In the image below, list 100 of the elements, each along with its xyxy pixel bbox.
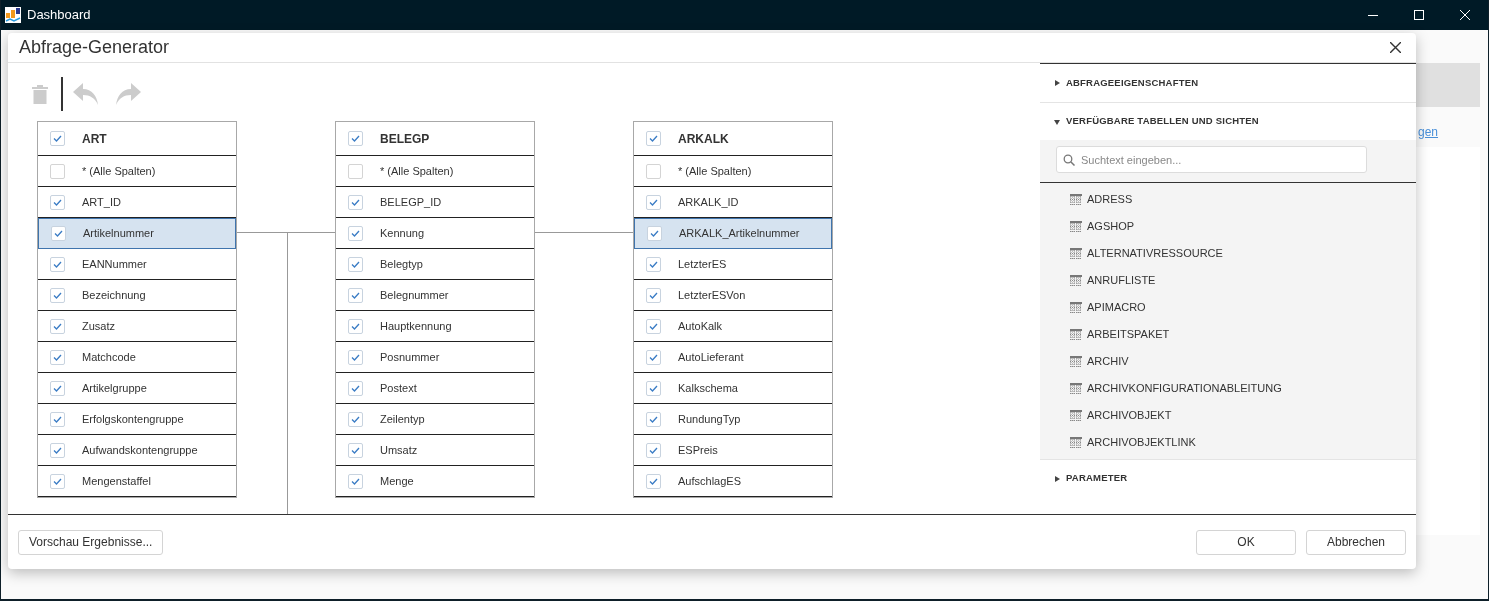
- checkbox[interactable]: [50, 163, 65, 179]
- checkbox[interactable]: [348, 225, 363, 241]
- checkbox[interactable]: [348, 349, 363, 365]
- column-row[interactable]: Erfolgskontengruppe: [38, 404, 236, 435]
- checkbox[interactable]: [646, 380, 661, 396]
- checkbox[interactable]: [50, 473, 65, 489]
- column-row[interactable]: Matchcode: [38, 342, 236, 373]
- column-row[interactable]: Kennung: [336, 218, 534, 249]
- checkbox[interactable]: [50, 131, 65, 146]
- dialog-title: Abfrage-Generator: [19, 36, 170, 59]
- collapsed-triangle-icon[interactable]: [1054, 475, 1060, 482]
- checkbox[interactable]: [646, 442, 661, 458]
- column-name: Belegnummer: [380, 287, 449, 303]
- checkbox[interactable]: [348, 473, 363, 489]
- checkbox[interactable]: [646, 287, 661, 303]
- column-row[interactable]: Umsatz: [336, 435, 534, 466]
- checkbox[interactable]: [646, 473, 661, 489]
- column-row[interactable]: Artikelgruppe: [38, 373, 236, 404]
- checkbox[interactable]: [348, 256, 363, 272]
- column-row[interactable]: Aufwandskontengruppe: [38, 435, 236, 466]
- column-row[interactable]: ESPreis: [634, 435, 832, 466]
- dialog-button[interactable]: OK: [1196, 529, 1296, 555]
- section-header[interactable]: PARAMETER: [1040, 459, 1416, 497]
- column-row[interactable]: Hauptkennung: [336, 311, 534, 342]
- column-row[interactable]: ARKALK_Artikelnummer: [634, 218, 832, 249]
- column-row[interactable]: Kalkschema: [634, 373, 832, 404]
- column-row[interactable]: AutoLieferant: [634, 342, 832, 373]
- checkbox[interactable]: [646, 411, 661, 427]
- column-row[interactable]: * (Alle Spalten): [38, 156, 236, 187]
- checkbox[interactable]: [348, 287, 363, 303]
- checkbox[interactable]: [647, 226, 662, 241]
- column-name: Erfolgskontengruppe: [82, 411, 184, 427]
- section-header[interactable]: ABFRAGEEIGENSCHAFTEN: [1040, 64, 1416, 102]
- checkbox[interactable]: [51, 226, 66, 241]
- column-name: Postext: [380, 380, 417, 396]
- table-list-item[interactable]: APIMACRO: [1040, 294, 1416, 321]
- dialog-button[interactable]: Abbrechen: [1306, 529, 1406, 555]
- table-name: BELEGP: [380, 130, 430, 148]
- column-row[interactable]: Bezeichnung: [38, 280, 236, 311]
- checkbox[interactable]: [50, 349, 65, 365]
- table-list-item[interactable]: ARBEITSPAKET: [1040, 321, 1416, 348]
- checkbox[interactable]: [646, 194, 661, 210]
- table-list-item[interactable]: ANRUFLISTE: [1040, 267, 1416, 294]
- search-icon: [1063, 154, 1075, 166]
- checkbox[interactable]: [646, 256, 661, 272]
- column-name: BELEGP_ID: [380, 194, 442, 210]
- checkbox[interactable]: [50, 411, 65, 427]
- column-row[interactable]: * (Alle Spalten): [634, 156, 832, 187]
- checkbox[interactable]: [646, 163, 661, 179]
- checkbox[interactable]: [348, 411, 363, 427]
- table-list-item[interactable]: ARCHIV: [1040, 348, 1416, 375]
- table-list-item[interactable]: ADRESS: [1040, 186, 1416, 213]
- column-name: ART_ID: [82, 194, 121, 210]
- expanded-triangle-icon[interactable]: [1054, 118, 1060, 125]
- column-name: LetzterES: [678, 256, 727, 272]
- checkbox[interactable]: [50, 318, 65, 334]
- checkbox[interactable]: [348, 131, 363, 146]
- column-name: Aufwandskontengruppe: [82, 442, 198, 458]
- table-list-item[interactable]: ARCHIVKONFIGURATIONABLEITUNG: [1040, 375, 1416, 402]
- column-row[interactable]: Posnummer: [336, 342, 534, 373]
- search-field[interactable]: Suchtext eingeben...: [1056, 146, 1367, 173]
- table-list-item[interactable]: AGSHOP: [1040, 213, 1416, 240]
- checkbox[interactable]: [50, 287, 65, 303]
- checkbox[interactable]: [348, 318, 363, 334]
- column-row[interactable]: BELEGP_ID: [336, 187, 534, 218]
- column-row[interactable]: LetzterES: [634, 249, 832, 280]
- column-row[interactable]: * (Alle Spalten): [336, 156, 534, 187]
- table-list-item[interactable]: ALTERNATIVRESSOURCE: [1040, 240, 1416, 267]
- checkbox[interactable]: [646, 349, 661, 365]
- column-row[interactable]: Mengenstaffel: [38, 466, 236, 497]
- column-row[interactable]: EANNummer: [38, 249, 236, 280]
- table-list-item[interactable]: ARCHIVOBJEKTLINK: [1040, 429, 1416, 456]
- table-grid-icon: [1070, 410, 1082, 421]
- column-row[interactable]: Artikelnummer: [38, 218, 236, 249]
- column-row[interactable]: Belegtyp: [336, 249, 534, 280]
- checkbox[interactable]: [646, 131, 661, 146]
- checkbox[interactable]: [348, 194, 363, 210]
- checkbox[interactable]: [348, 380, 363, 396]
- collapsed-triangle-icon[interactable]: [1054, 80, 1060, 86]
- column-row[interactable]: Zusatz: [38, 311, 236, 342]
- column-row[interactable]: Belegnummer: [336, 280, 534, 311]
- column-row[interactable]: Postext: [336, 373, 534, 404]
- checkbox[interactable]: [50, 256, 65, 272]
- column-row[interactable]: AutoKalk: [634, 311, 832, 342]
- table-name: ARKALK: [678, 130, 729, 148]
- column-row[interactable]: AufschlagES: [634, 466, 832, 497]
- column-row[interactable]: RundungTyp: [634, 404, 832, 435]
- table-grid-icon: [1070, 329, 1082, 340]
- checkbox[interactable]: [646, 318, 661, 334]
- checkbox[interactable]: [50, 194, 65, 210]
- checkbox[interactable]: [50, 380, 65, 396]
- checkbox[interactable]: [50, 442, 65, 458]
- checkbox[interactable]: [348, 163, 363, 179]
- preview-results-button[interactable]: Vorschau Ergebnisse...: [18, 529, 164, 555]
- checkbox[interactable]: [348, 442, 363, 458]
- column-row[interactable]: Zeilentyp: [336, 404, 534, 435]
- column-row[interactable]: LetzterESVon: [634, 280, 832, 311]
- column-row[interactable]: Menge: [336, 466, 534, 497]
- table-list-item[interactable]: ARCHIVOBJEKT: [1040, 402, 1416, 429]
- checkmark-icon: [649, 291, 658, 299]
